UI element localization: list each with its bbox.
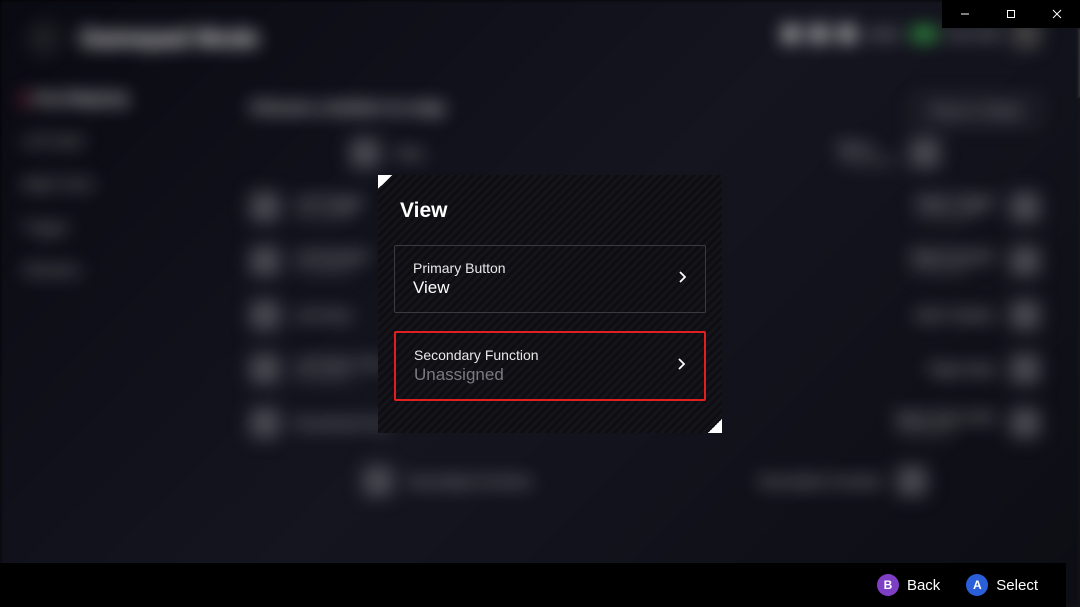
secondary-label: Secondary Function [414, 347, 539, 363]
window-controls [942, 0, 1080, 28]
right-mapping-column: MenuUnassigned Right TriggerUnassigned R… [710, 138, 1040, 438]
view-icon [350, 138, 380, 168]
dpad-icon [250, 408, 280, 438]
chevron-right-icon [676, 357, 686, 376]
secondary-left[interactable]: Secondary Function [363, 466, 532, 496]
secondary-right[interactable]: Secondary Function [758, 466, 927, 496]
b-button-icon: B [877, 574, 899, 596]
rt-icon [1010, 192, 1040, 222]
map-row-menu[interactable]: MenuUnassigned [710, 138, 940, 168]
map-row-rsc[interactable]: Right Stick ClickUnassigned [710, 408, 1040, 438]
sidebar-item-right-stick[interactable]: Right Stick [4, 166, 194, 203]
map-row-rt[interactable]: Right TriggerUnassigned [710, 192, 1040, 222]
abxy-icon [1010, 300, 1040, 330]
sec-icon-r [897, 466, 927, 496]
sidebar-item-vibration[interactable]: Vibration [4, 252, 194, 289]
reset-button[interactable]: Reset to Default [913, 96, 1040, 125]
wifi-icon [783, 26, 799, 42]
maximize-button[interactable] [988, 0, 1034, 28]
map-row-abxy[interactable]: ABXY Button [710, 300, 1040, 330]
primary-value: View [413, 278, 506, 298]
back-label: Back [907, 577, 940, 594]
primary-button-option[interactable]: Primary Button View [394, 245, 706, 313]
lb-icon [250, 246, 280, 276]
rb-icon [1010, 246, 1040, 276]
sec-icon-l [363, 466, 393, 496]
modal-title: View [394, 199, 706, 223]
battery-percent: 100% [867, 27, 900, 42]
footer-bar: B Back A Select [0, 563, 1066, 607]
button-config-modal: View Primary Button View Secondary Funct… [378, 175, 722, 433]
a-button-icon: A [966, 574, 988, 596]
sidebar-item-left-stick[interactable]: Left Stick [4, 123, 194, 160]
clock-time: 06:17PM [948, 27, 1000, 42]
menu-icon [910, 138, 940, 168]
rsc-icon [1010, 408, 1040, 438]
map-row-rs[interactable]: Right Stick [710, 354, 1040, 384]
chevron-right-icon [677, 270, 687, 289]
footer-select-button[interactable]: A Select [966, 574, 1038, 596]
lsc-icon [250, 354, 280, 384]
secondary-value: Unassigned [414, 365, 539, 385]
close-button[interactable] [1034, 0, 1080, 28]
footer-back-button[interactable]: B Back [877, 574, 940, 596]
secondary-function-option[interactable]: Secondary Function Unassigned [394, 331, 706, 401]
lt-icon [250, 192, 280, 222]
primary-label: Primary Button [413, 260, 506, 276]
battery-icon [912, 28, 936, 40]
shield-icon [811, 26, 827, 42]
sidebar-item-key-mapping[interactable]: Key Mapping [4, 80, 194, 117]
sidebar: Key Mapping Left Stick Right Stick Trigg… [4, 80, 194, 289]
map-row-rb[interactable]: Right BumperUnassigned [710, 246, 1040, 276]
select-label: Select [996, 577, 1038, 594]
bolt-icon [839, 26, 855, 42]
rs-icon [1010, 354, 1040, 384]
minimize-button[interactable] [942, 0, 988, 28]
page-title: Gamepad Mode [80, 25, 259, 53]
map-row-view[interactable]: View [350, 138, 580, 168]
back-icon[interactable] [28, 22, 62, 56]
ls-icon [250, 300, 280, 330]
sidebar-item-trigger[interactable]: Trigger [4, 209, 194, 246]
